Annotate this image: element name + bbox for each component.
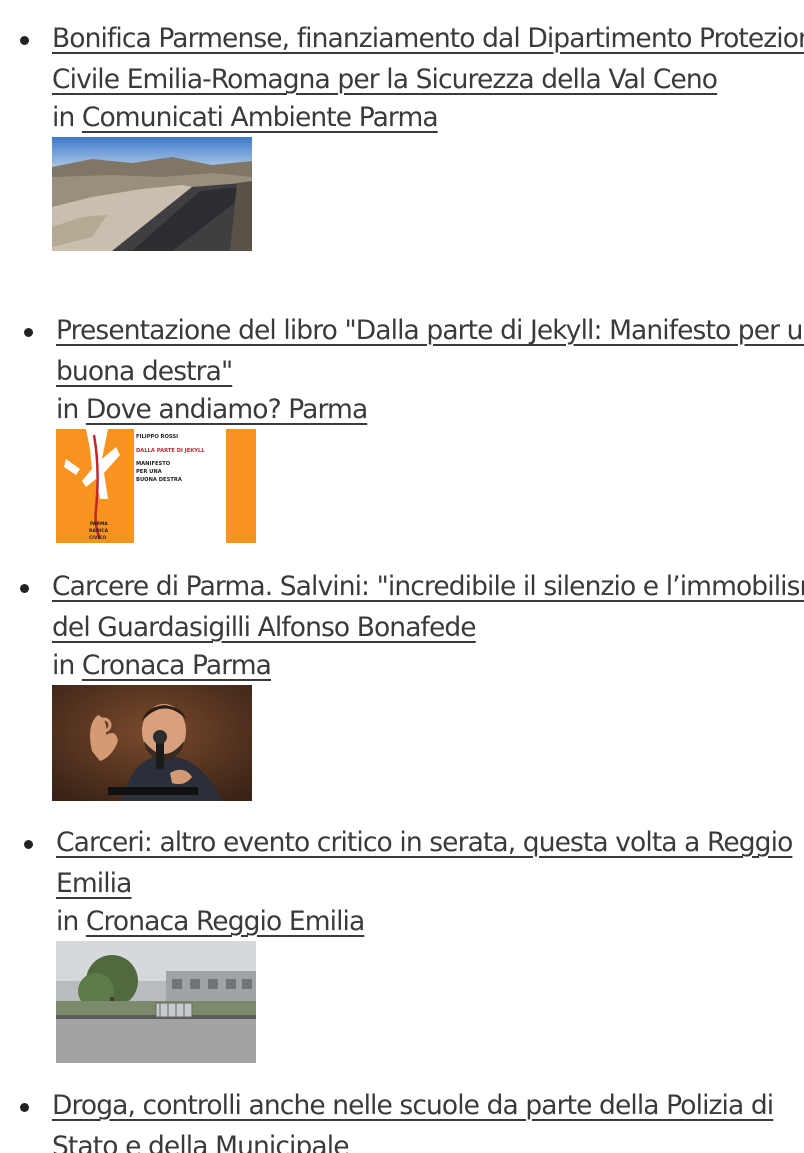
in-prefix: in (56, 394, 79, 425)
bullet-icon (20, 1103, 29, 1112)
prison-street-image (56, 941, 256, 1063)
svg-text:MANIFESTO: MANIFESTO (136, 461, 171, 467)
category-link[interactable]: Cronaca Parma (82, 650, 272, 681)
book-cover-image: FILIPPO ROSSI DALLA PARTE DI JEKYLL MANI… (56, 429, 256, 543)
list-item: Presentazione del libro "Dalla parte di … (4, 310, 804, 543)
in-prefix: in (52, 650, 75, 681)
article-thumbnail[interactable] (56, 941, 256, 1063)
category-link[interactable]: Cronaca Reggio Emilia (86, 906, 365, 937)
bullet-icon (24, 840, 33, 849)
article-title-link[interactable]: Presentazione del libro "Dalla parte di … (56, 310, 804, 392)
article-thumbnail[interactable] (52, 137, 253, 251)
article-title-link[interactable]: Carcere di Parma. Salvini: "incredibile … (52, 566, 804, 648)
svg-text:RADICA: RADICA (89, 528, 109, 534)
in-prefix: in (52, 102, 75, 133)
category-line: in Cronaca Reggio Emilia (56, 904, 804, 940)
category-line: in Comunicati Ambiente Parma (52, 100, 804, 136)
svg-text:FILIPPO ROSSI: FILIPPO ROSSI (136, 434, 178, 440)
list-item: Carceri: altro evento critico in serata,… (4, 822, 804, 1063)
svg-text:CIVICO: CIVICO (89, 535, 106, 541)
svg-text:DALLA PARTE DI JEKYLL: DALLA PARTE DI JEKYLL (136, 448, 205, 454)
riverbed-construction-image (52, 137, 252, 251)
speaker-photo-image (52, 685, 252, 801)
article-thumbnail[interactable] (52, 685, 252, 801)
bullet-icon (20, 584, 29, 593)
svg-text:PER UNA: PER UNA (136, 469, 162, 475)
article-title-link[interactable]: Carceri: altro evento critico in serata,… (56, 822, 804, 904)
list-item: Droga, controlli anche nelle scuole da p… (0, 1085, 804, 1153)
article-title-link[interactable]: Bonifica Parmense, finanziamento dal Dip… (52, 18, 804, 100)
article-title-link[interactable]: Droga, controlli anche nelle scuole da p… (52, 1085, 804, 1153)
category-line: in Cronaca Parma (52, 648, 804, 684)
list-item: Bonifica Parmense, finanziamento dal Dip… (0, 18, 804, 251)
list-item: Carcere di Parma. Salvini: "incredibile … (0, 566, 804, 801)
category-link[interactable]: Dove andiamo? Parma (86, 394, 368, 425)
bullet-icon (24, 328, 33, 337)
in-prefix: in (56, 906, 79, 937)
category-line: in Dove andiamo? Parma (56, 392, 804, 428)
article-thumbnail[interactable]: FILIPPO ROSSI DALLA PARTE DI JEKYLL MANI… (56, 429, 256, 543)
bullet-icon (20, 36, 29, 45)
svg-text:BUONA DESTRA: BUONA DESTRA (136, 477, 182, 483)
category-link[interactable]: Comunicati Ambiente Parma (82, 102, 439, 133)
svg-text:PARMA: PARMA (90, 521, 108, 527)
